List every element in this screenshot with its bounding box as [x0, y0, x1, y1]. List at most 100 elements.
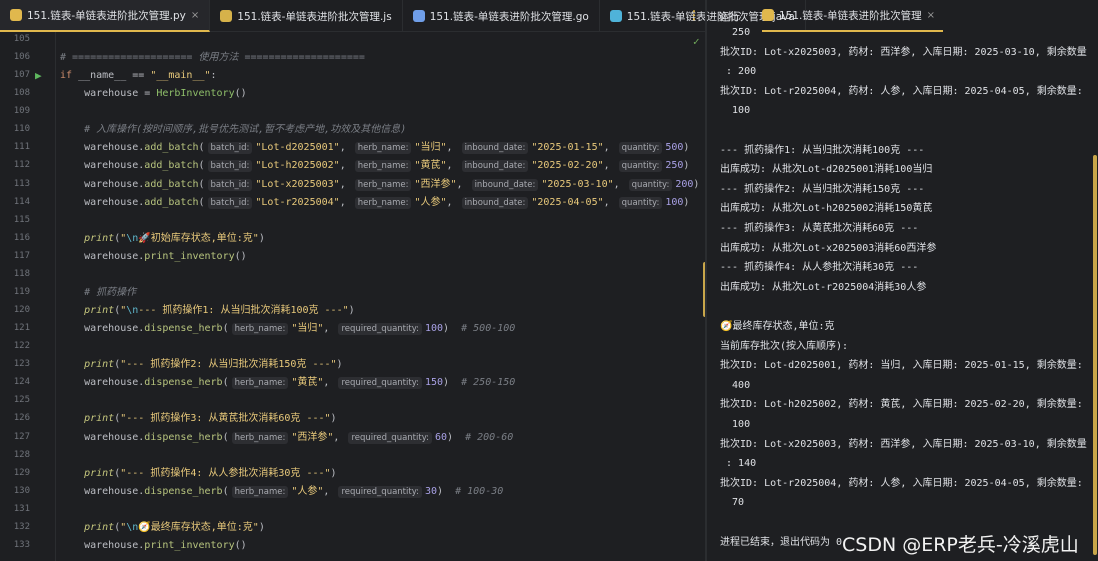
parameter-hint: quantity: [629, 179, 673, 191]
parameter-hint: required_quantity: [348, 432, 432, 444]
output-line: : 140 [720, 456, 756, 472]
code-token: 100 [665, 197, 683, 208]
code-token: "黄芪" [414, 160, 446, 171]
output-line: 70 [720, 495, 744, 511]
code-token: , [604, 142, 616, 153]
code-token: , [447, 160, 459, 171]
code-token: 150 [425, 377, 443, 388]
line-number: 127 [0, 432, 30, 442]
code-token: , [614, 179, 626, 190]
code-token: print [60, 468, 114, 479]
code-token: () [235, 251, 247, 262]
code-line: # ==================== 使用方法 ============… [60, 50, 365, 66]
code-token: "Lot-h2025002" [255, 160, 339, 171]
code-line: warehouse.add_batch(batch_id:"Lot-x20250… [60, 177, 699, 193]
code-token: ( [198, 160, 204, 171]
python-icon [10, 9, 22, 21]
code-token: () [235, 88, 247, 99]
tab-js[interactable]: 151.链表-单链表进阶批次管理.js [210, 0, 402, 32]
output-line: 100 [720, 417, 750, 433]
code-token: # 100-30 [455, 486, 503, 497]
code-token: "当归" [291, 323, 323, 334]
code-token: HerbInventory [156, 88, 234, 99]
output-line: 批次ID: Lot-x2025003, 药材: 西洋参, 入库日期: 2025-… [720, 45, 1087, 61]
code-line: # 抓药操作 [60, 285, 136, 301]
line-number: 115 [0, 215, 30, 225]
code-token: ) [337, 359, 343, 370]
line-number: 117 [0, 251, 30, 261]
code-token: # 250-150 [461, 377, 515, 388]
parameter-hint: inbound_date: [462, 142, 529, 154]
code-token: # 抓药操作 [60, 287, 136, 298]
code-token: ) [259, 233, 265, 244]
code-token: print [60, 413, 114, 424]
code-token: "__main__" [150, 70, 210, 81]
go-icon [413, 10, 425, 22]
line-number: 109 [0, 106, 30, 116]
run-tab-label: 151.链表-单链表进阶批次管理 [779, 8, 922, 23]
code-token: add_batch [144, 197, 198, 208]
code-token: "Lot-d2025001" [255, 142, 339, 153]
panel-divider[interactable] [705, 0, 707, 561]
code-token: ( [198, 142, 204, 153]
run-gutter-icon[interactable]: ▶ [35, 69, 42, 82]
code-token: () [235, 540, 247, 551]
line-number: 130 [0, 486, 30, 496]
line-number: 128 [0, 450, 30, 460]
code-token: add_batch [144, 179, 198, 190]
code-token: ) [443, 377, 461, 388]
output-line: 400 [720, 378, 750, 394]
code-token: "--- 抓药操作2: 从当归批次消耗150克 ---" [120, 359, 336, 370]
code-token: ) [683, 197, 689, 208]
code-token: , [447, 142, 459, 153]
code-token: ) [349, 305, 355, 316]
output-line: --- 抓药操作1: 从当归批次消耗100克 --- [720, 143, 924, 159]
code-line: warehouse.add_batch(batch_id:"Lot-h20250… [60, 158, 689, 174]
code-line: warehouse.dispense_herb(herb_name:"当归", … [60, 321, 515, 337]
tab-label: 151.链表-单链表进阶批次管理.py [27, 8, 186, 23]
code-token: \n [126, 522, 138, 533]
output-line: 批次ID: Lot-r2025004, 药材: 人参, 入库日期: 2025-0… [720, 84, 1083, 100]
parameter-hint: quantity: [619, 197, 663, 209]
code-token: ) [443, 323, 461, 334]
code-line: warehouse.dispense_herb(herb_name:"西洋参",… [60, 430, 513, 446]
code-line: print("--- 抓药操作4: 从人参批次消耗30克 ---") [60, 466, 337, 482]
code-token: ) [331, 468, 337, 479]
code-line: print("--- 抓药操作2: 从当归批次消耗150克 ---") [60, 357, 343, 373]
code-token: , [340, 179, 352, 190]
more-tabs-icon[interactable]: ⋮ [688, 8, 700, 22]
output-line: 当前库存批次(按入库顺序): [720, 339, 848, 355]
python-icon [762, 9, 774, 21]
line-number: 107 [0, 70, 30, 80]
close-icon[interactable]: × [191, 10, 199, 21]
line-number: 121 [0, 323, 30, 333]
code-line: warehouse.add_batch(batch_id:"Lot-r20250… [60, 195, 689, 211]
code-token: warehouse = [60, 88, 156, 99]
code-token: add_batch [144, 142, 198, 153]
code-token: warehouse. [60, 540, 144, 551]
line-number: 126 [0, 413, 30, 423]
line-number: 106 [0, 52, 30, 62]
code-token: , [323, 323, 335, 334]
output-line: : 200 [720, 64, 756, 80]
output-scrollbar[interactable] [1093, 155, 1097, 555]
code-token: , [340, 142, 352, 153]
code-token: dispense_herb [144, 432, 222, 443]
close-icon[interactable]: × [927, 10, 935, 21]
line-number: 131 [0, 504, 30, 514]
tab-go[interactable]: 151.链表-单链表进阶批次管理.go [403, 0, 600, 32]
line-number: 129 [0, 468, 30, 478]
output-line: 出库成功: 从批次Lot-h2025002消耗150黄芪 [720, 201, 932, 217]
code-token: "2025-04-05" [531, 197, 603, 208]
line-number: 110 [0, 124, 30, 134]
line-number: 120 [0, 305, 30, 315]
parameter-hint: herb_name: [232, 323, 289, 335]
code-token: ) [447, 432, 465, 443]
code-token: add_batch [144, 160, 198, 171]
inspection-ok-icon: ✓ [693, 35, 700, 48]
tab-python[interactable]: 151.链表-单链表进阶批次管理.py × [0, 0, 210, 32]
code-line: print("\n--- 抓药操作1: 从当归批次消耗100克 ---") [60, 303, 355, 319]
output-line: 出库成功: 从批次Lot-d2025001消耗100当归 [720, 162, 932, 178]
run-tab[interactable]: 151.链表-单链表进阶批次管理 × [762, 0, 943, 32]
parameter-hint: required_quantity: [338, 377, 422, 389]
